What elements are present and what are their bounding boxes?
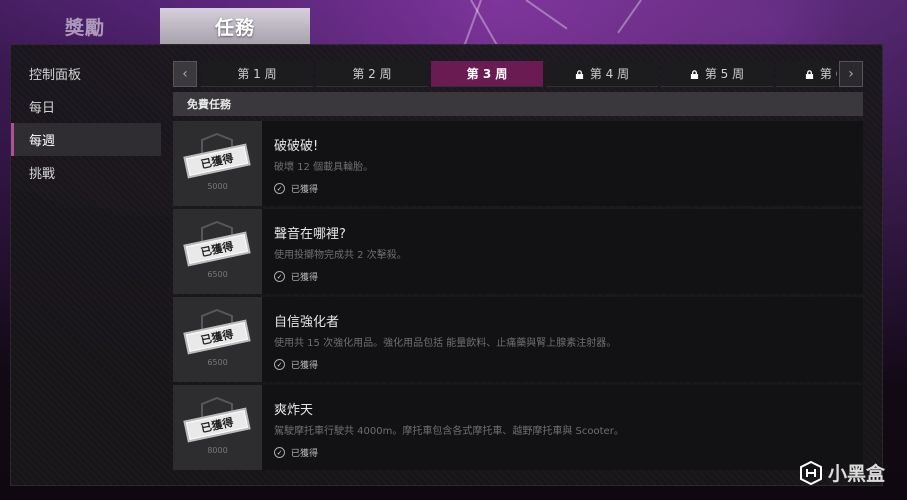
tab-missions[interactable]: 任務 bbox=[160, 8, 310, 44]
status-label: 已獲得 bbox=[291, 273, 319, 283]
mission-title: 爽炸天 bbox=[274, 403, 314, 418]
mission-info: 爽炸天 駕駛摩托車行駛共 4000m。摩托車包含各式摩托車、越野摩托車與 Sco… bbox=[262, 385, 624, 470]
mission-description: 破壞 12 個載具輪胎。 bbox=[274, 162, 374, 173]
main-panel: 控制面板 每日 每週 挑戰 ‹ 第 1 周 第 2 周 第 3 周 第 4 周 … bbox=[10, 44, 883, 486]
earned-stamp: 已獲得 bbox=[183, 407, 251, 443]
lock-icon bbox=[690, 70, 698, 79]
mission-title: 自信強化者 bbox=[274, 315, 340, 330]
mission-item[interactable]: 已獲得 5000 破破破! 破壞 12 個載具輪胎。 ✓ 已獲得 bbox=[173, 121, 863, 206]
sidebar-item-challenge[interactable]: 挑戰 bbox=[11, 156, 161, 189]
week-label: 第 1 周 bbox=[237, 67, 277, 81]
tab-rewards[interactable]: 獎勵 bbox=[10, 8, 160, 44]
tab-week-3[interactable]: 第 3 周 bbox=[431, 61, 543, 87]
mission-item[interactable]: 已獲得 8000 爽炸天 駕駛摩托車行駛共 4000m。摩托車包含各式摩托車、越… bbox=[173, 385, 863, 470]
earned-stamp: 已獲得 bbox=[183, 143, 251, 179]
sidebar-item-daily[interactable]: 每日 bbox=[11, 90, 161, 123]
tab-week-6[interactable]: 第 6 周 bbox=[776, 61, 837, 87]
watermark: 小黑盒 bbox=[799, 459, 885, 486]
mission-status: ✓ 已獲得 bbox=[274, 446, 624, 459]
mission-description: 使用投擲物完成共 2 次擊殺。 bbox=[274, 250, 407, 261]
mission-list: 已獲得 5000 破破破! 破壞 12 個載具輪胎。 ✓ 已獲得 已獲得 650… bbox=[173, 121, 863, 473]
tab-week-2[interactable]: 第 2 周 bbox=[316, 61, 428, 87]
sidebar-item-dashboard[interactable]: 控制面板 bbox=[11, 57, 161, 90]
earned-stamp: 已獲得 bbox=[183, 231, 251, 267]
xiaoheihe-logo-icon bbox=[799, 460, 822, 485]
mission-points: 5000 bbox=[207, 182, 228, 191]
mission-thumbnail: 已獲得 5000 bbox=[173, 121, 262, 206]
check-icon: ✓ bbox=[274, 183, 285, 194]
mission-points: 6500 bbox=[207, 270, 228, 279]
status-label: 已獲得 bbox=[291, 361, 319, 371]
check-icon: ✓ bbox=[274, 359, 285, 370]
mission-points: 8000 bbox=[207, 446, 228, 455]
week-label: 第 3 周 bbox=[466, 67, 508, 81]
sidebar: 控制面板 每日 每週 挑戰 bbox=[11, 57, 161, 189]
top-tabs: 獎勵 任務 bbox=[10, 8, 310, 44]
mission-item[interactable]: 已獲得 6500 自信強化者 使用共 15 次強化用品。強化用品包括 能量飲料、… bbox=[173, 297, 863, 382]
mission-status: ✓ 已獲得 bbox=[274, 270, 407, 283]
tab-week-4[interactable]: 第 4 周 bbox=[546, 61, 658, 87]
watermark-text: 小黑盒 bbox=[827, 463, 885, 485]
mission-status: ✓ 已獲得 bbox=[274, 182, 373, 195]
mission-info: 自信強化者 使用共 15 次強化用品。強化用品包括 能量飲料、止痛藥與腎上腺素注… bbox=[262, 297, 616, 382]
check-icon: ✓ bbox=[274, 271, 285, 282]
chevron-right-icon[interactable]: › bbox=[839, 61, 863, 87]
week-tabs: ‹ 第 1 周 第 2 周 第 3 周 第 4 周 第 5 周 第 6 周 › bbox=[173, 61, 863, 87]
tab-week-5[interactable]: 第 5 周 bbox=[661, 61, 773, 87]
week-label: 第 4 周 bbox=[589, 67, 630, 81]
mission-thumbnail: 已獲得 6500 bbox=[173, 297, 262, 382]
mission-info: 聲音在哪裡? 使用投擲物完成共 2 次擊殺。 ✓ 已獲得 bbox=[262, 209, 407, 294]
mission-thumbnail: 已獲得 6500 bbox=[173, 209, 262, 294]
tab-week-1[interactable]: 第 1 周 bbox=[201, 61, 313, 87]
week-label: 第 6 周 bbox=[819, 67, 837, 81]
mission-info: 破破破! 破壞 12 個載具輪胎。 ✓ 已獲得 bbox=[262, 121, 373, 206]
mission-title: 聲音在哪裡? bbox=[274, 227, 346, 242]
week-label: 第 5 周 bbox=[704, 67, 745, 81]
mission-thumbnail: 已獲得 8000 bbox=[173, 385, 262, 470]
mission-status: ✓ 已獲得 bbox=[274, 358, 616, 371]
status-label: 已獲得 bbox=[291, 449, 319, 459]
mission-description: 駕駛摩托車行駛共 4000m。摩托車包含各式摩托車、越野摩托車與 Scooter… bbox=[274, 426, 624, 437]
week-tab-strip: 第 1 周 第 2 周 第 3 周 第 4 周 第 5 周 第 6 周 bbox=[201, 61, 837, 87]
earned-stamp: 已獲得 bbox=[183, 319, 251, 355]
chevron-left-icon[interactable]: ‹ bbox=[173, 61, 197, 87]
mission-title: 破破破! bbox=[274, 139, 319, 154]
week-label: 第 2 周 bbox=[352, 67, 392, 81]
section-header: 免費任務 bbox=[173, 92, 863, 116]
mission-points: 6500 bbox=[207, 358, 228, 367]
lock-icon bbox=[575, 70, 583, 79]
status-label: 已獲得 bbox=[291, 185, 319, 195]
lock-icon bbox=[805, 70, 813, 79]
mission-item[interactable]: 已獲得 6500 聲音在哪裡? 使用投擲物完成共 2 次擊殺。 ✓ 已獲得 bbox=[173, 209, 863, 294]
mission-description: 使用共 15 次強化用品。強化用品包括 能量飲料、止痛藥與腎上腺素注射器。 bbox=[274, 338, 617, 349]
check-icon: ✓ bbox=[274, 447, 285, 458]
section-title: 免費任務 bbox=[187, 98, 231, 111]
sidebar-item-weekly[interactable]: 每週 bbox=[11, 123, 161, 156]
